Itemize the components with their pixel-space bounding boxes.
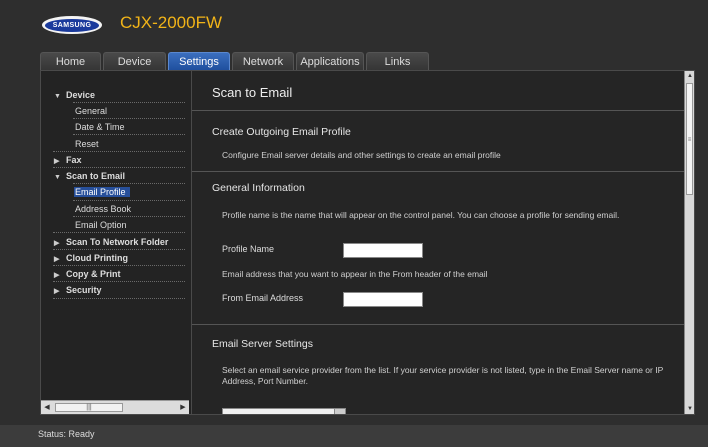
section-title-create-profile: Create Outgoing Email Profile: [212, 126, 351, 138]
sidebar-item-label: Scan To Network Folder: [66, 237, 169, 247]
divider: [192, 110, 684, 111]
sidebar-item-security[interactable]: ▶ Security: [54, 285, 102, 295]
divider: [73, 183, 185, 184]
section-title-email-server-settings: Email Server Settings: [212, 338, 313, 350]
divider: [73, 216, 185, 217]
section-title-general-information: General Information: [212, 182, 305, 194]
sidebar-item-date-time[interactable]: Date & Time: [75, 122, 185, 132]
expanded-arrow-icon: ▼: [54, 93, 61, 100]
content-panel: ▼ Device General Date & Time Reset ▶ Fax ▼…: [40, 70, 695, 415]
sidebar-item-general[interactable]: General: [75, 106, 185, 116]
from-email-label: From Email Address: [222, 293, 304, 303]
sidebar-item-fax[interactable]: ▶ Fax: [54, 155, 82, 165]
sidebar-item-reset[interactable]: Reset: [75, 139, 185, 149]
brand-text: SAMSUNG: [45, 18, 99, 32]
collapsed-arrow-icon: ▶: [54, 240, 60, 247]
main-vertical-scrollbar[interactable]: ▲ ≡ ▼: [684, 71, 694, 414]
sidebar-item-copy-print[interactable]: ▶ Copy & Print: [54, 269, 121, 279]
collapsed-arrow-icon: ▶: [54, 158, 60, 165]
page-title: Scan to Email: [212, 85, 293, 100]
status-bar-text: Status: Ready: [38, 429, 95, 439]
divider: [73, 102, 185, 103]
scroll-up-icon[interactable]: ▲: [685, 71, 695, 81]
main-content: Scan to Email Create Outgoing Email Prof…: [192, 71, 684, 414]
main-tabs: Home Device Settings Network Application…: [40, 52, 429, 70]
samsung-logo: SAMSUNG: [42, 16, 102, 34]
tab-device[interactable]: Device: [103, 52, 166, 70]
sidebar-item-label: Security: [66, 285, 102, 295]
app-window: SAMSUNG CJX-2000FW Home Device Settings …: [0, 0, 708, 447]
sidebar: ▼ Device General Date & Time Reset ▶ Fax ▼…: [41, 71, 192, 414]
divider: [192, 171, 684, 172]
dropdown-arrow-icon[interactable]: [334, 409, 345, 414]
sidebar-item-device[interactable]: ▼ Device: [54, 90, 95, 100]
tab-links[interactable]: Links: [366, 52, 429, 70]
divider: [53, 151, 185, 152]
divider: [73, 200, 185, 201]
divider: [73, 118, 185, 119]
divider: [192, 324, 684, 325]
email-service-provider-select[interactable]: [222, 408, 346, 414]
page-frame: SAMSUNG CJX-2000FW Home Device Settings …: [0, 0, 708, 425]
collapsed-arrow-icon: ▶: [54, 272, 60, 279]
sidebar-item-email-profile[interactable]: Email Profile: [74, 187, 130, 197]
sidebar-item-scan-to-network-folder[interactable]: ▶ Scan To Network Folder: [54, 237, 168, 247]
sidebar-item-scan-to-email[interactable]: ▼ Scan to Email: [54, 171, 125, 181]
scroll-left-icon[interactable]: ◀: [41, 401, 53, 414]
scroll-right-icon[interactable]: ▶: [177, 401, 189, 414]
section-description: Profile name is the name that will appea…: [222, 210, 620, 220]
from-email-field[interactable]: [343, 292, 423, 307]
divider: [53, 265, 185, 266]
section-description: Select an email service provider from th…: [222, 365, 664, 386]
tab-applications[interactable]: Applications: [296, 52, 364, 70]
sidebar-item-label: Copy & Print: [66, 269, 121, 279]
tab-settings[interactable]: Settings: [168, 52, 230, 70]
scrollbar-thumb[interactable]: ≡: [686, 83, 693, 195]
collapsed-arrow-icon: ▶: [54, 256, 60, 263]
divider: [53, 232, 185, 233]
divider: [53, 281, 185, 282]
collapsed-arrow-icon: ▶: [54, 288, 60, 295]
model-title: CJX-2000FW: [120, 13, 223, 32]
scrollbar-thumb[interactable]: |||: [55, 403, 123, 412]
sidebar-item-label: Fax: [66, 155, 82, 165]
from-email-description: Email address that you want to appear in…: [222, 269, 488, 279]
divider: [53, 249, 185, 250]
sidebar-item-label: Scan to Email: [66, 171, 126, 181]
sidebar-item-address-book[interactable]: Address Book: [75, 204, 185, 214]
profile-name-field[interactable]: [343, 243, 423, 258]
sidebar-horizontal-scrollbar[interactable]: ◀ ||| ▶: [41, 400, 189, 414]
sidebar-item-label: Device: [66, 90, 96, 100]
divider: [53, 298, 185, 299]
expanded-arrow-icon: ▼: [54, 174, 61, 181]
section-description: Configure Email server details and other…: [222, 150, 501, 160]
tab-home[interactable]: Home: [40, 52, 101, 70]
divider: [53, 167, 185, 168]
sidebar-item-label: Cloud Printing: [66, 253, 128, 263]
sidebar-item-email-option[interactable]: Email Option: [75, 220, 185, 230]
scroll-down-icon[interactable]: ▼: [685, 404, 695, 414]
divider: [73, 134, 185, 135]
profile-name-label: Profile Name: [222, 244, 275, 254]
sidebar-item-cloud-printing[interactable]: ▶ Cloud Printing: [54, 253, 128, 263]
tab-network[interactable]: Network: [232, 52, 294, 70]
